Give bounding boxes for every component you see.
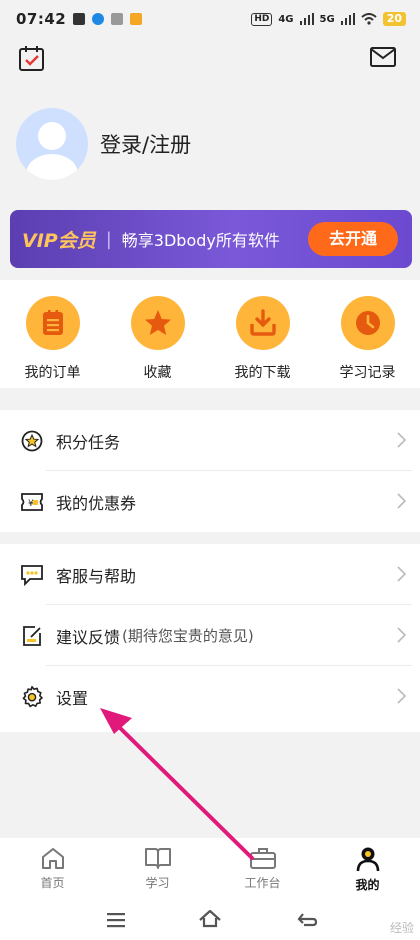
chevron-right-icon [397,566,406,582]
menu-section-support: 客服与帮助 建议反馈 (期待您宝贵的意见) 设置 [0,544,420,732]
menu-item-customer-service[interactable]: 客服与帮助 [0,544,420,605]
points-star-icon [20,429,44,453]
vip-separator: | [105,228,112,250]
signal-icon [340,13,355,25]
nav-tab-mine[interactable]: 我的 [315,838,420,898]
app-notification-icon [92,13,105,25]
quick-favorites[interactable]: 收藏 [105,280,210,388]
menu-item-label: 建议反馈 [56,627,121,647]
status-bar: 07:42 HD 4G 5G 20 [0,0,420,38]
briefcase-icon [249,848,276,869]
app-notification-icon [111,13,124,25]
nav-label: 首页 [40,876,65,890]
book-icon [144,848,171,869]
menu-item-label: 设置 [56,688,89,708]
vip-banner[interactable]: VIP会员 | 畅享3Dbody所有软件 去开通 [10,210,412,268]
menu-item-label: 积分任务 [56,432,121,452]
gear-icon [20,685,44,709]
menu-item-points-tasks[interactable]: 积分任务 [0,410,420,471]
clock-icon [340,296,395,350]
menu-section-points: 积分任务 ¥ 我的优惠券 [0,410,420,532]
watermark: 经验 [389,921,414,935]
nav-tab-study[interactable]: 学习 [105,838,210,898]
menu-item-label: 我的优惠券 [56,493,137,513]
vip-title: VIP会员 [22,229,96,252]
system-nav-bar: 经验 [0,898,420,940]
mail-icon[interactable] [370,47,396,67]
menu-icon[interactable] [106,912,126,928]
notification-icon [73,13,86,25]
hd-icon: HD [251,12,273,26]
menu-item-label: 客服与帮助 [56,566,137,586]
quick-label: 我的订单 [24,365,81,381]
signal-icon [299,13,314,25]
calendar-check-icon[interactable] [18,44,46,72]
home-button-icon[interactable] [198,908,222,928]
chevron-right-icon [397,432,406,448]
chevron-right-icon [397,627,406,643]
wifi-icon [361,13,377,25]
nav-label: 学习 [145,876,170,890]
quick-study-records[interactable]: 学习记录 [315,280,420,388]
nav-tab-home[interactable]: 首页 [0,838,105,898]
login-register-link[interactable]: 登录/注册 [100,129,191,159]
vip-description: 畅享3Dbody所有软件 [121,231,280,250]
menu-item-feedback[interactable]: 建议反馈 (期待您宝贵的意见) [0,605,420,666]
quick-label: 我的下载 [234,365,291,381]
profile-login-area[interactable]: 登录/注册 [16,108,191,180]
menu-item-my-coupons[interactable]: ¥ 我的优惠券 [0,471,420,532]
download-icon [235,296,290,350]
quick-label: 收藏 [143,365,172,381]
order-list-icon [25,296,80,350]
chevron-right-icon [397,493,406,509]
app-notification-icon [130,13,143,25]
battery-icon: 20 [382,12,406,26]
user-icon [356,847,379,872]
nav-tab-workbench[interactable]: 工作台 [210,838,315,898]
quick-my-orders[interactable]: 我的订单 [0,280,105,388]
home-icon [41,848,64,869]
quick-downloads[interactable]: 我的下载 [210,280,315,388]
star-icon [130,296,185,350]
default-avatar-icon [26,122,78,180]
avatar[interactable] [16,108,88,180]
status-time: 07:42 [16,10,67,28]
menu-item-settings[interactable]: 设置 [0,666,420,727]
quick-label: 学习记录 [339,365,396,381]
bottom-nav: 首页 学习 工作台 我的 [0,838,420,898]
nav-label: 工作台 [244,876,281,890]
feedback-icon [20,624,44,648]
chat-help-icon [20,563,44,587]
network-4g-label: 4G [278,13,294,25]
vip-activate-button[interactable]: 去开通 [308,222,398,256]
quick-actions: 我的订单 收藏 我的下载 学习记录 [0,280,420,388]
coupon-icon: ¥ [20,490,44,514]
back-icon[interactable] [296,910,318,928]
chevron-right-icon [397,688,406,704]
header-bar [0,42,420,76]
network-5g-label: 5G [319,13,335,25]
feedback-subtitle: (期待您宝贵的意见) [122,627,254,645]
nav-label: 我的 [355,878,380,892]
